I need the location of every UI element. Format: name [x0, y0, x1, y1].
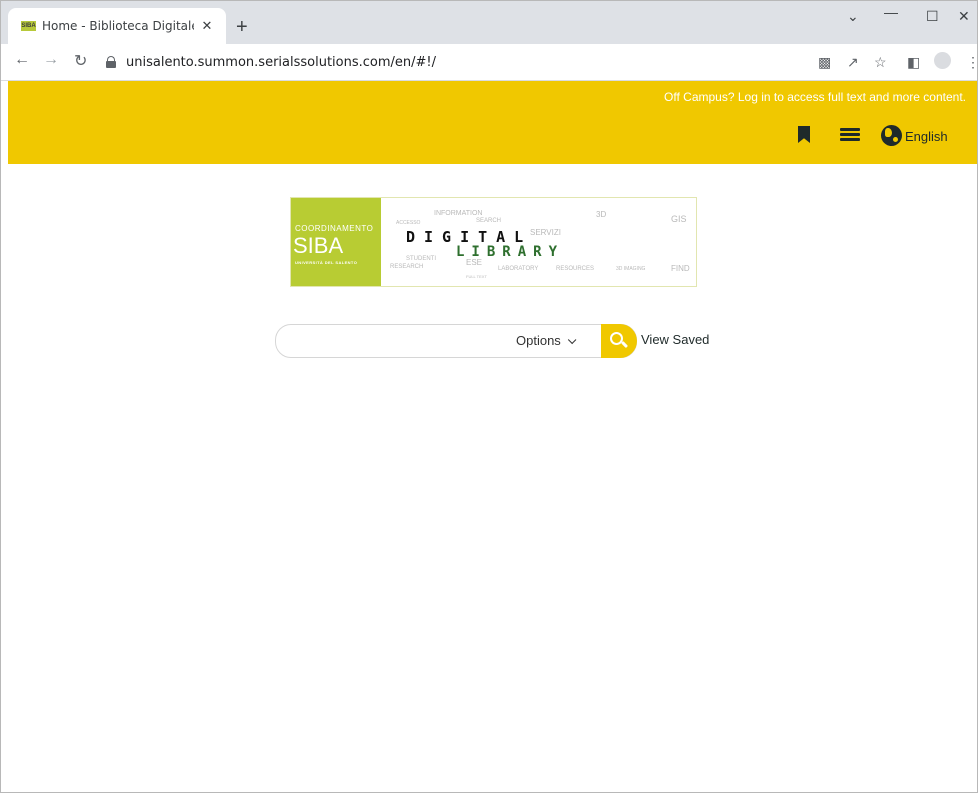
- search-button[interactable]: [601, 324, 637, 358]
- logo-library-text: LIBRARY: [456, 244, 565, 260]
- bookmark-star-icon[interactable]: ☆: [874, 54, 887, 71]
- language-selector[interactable]: English: [905, 129, 948, 144]
- url-text: unisalento.summon.serialssolutions.com/e…: [126, 54, 437, 70]
- profile-avatar-icon[interactable]: [934, 52, 951, 69]
- globe-icon[interactable]: [881, 125, 902, 146]
- tab-favicon: SIBA: [21, 21, 36, 31]
- back-icon[interactable]: ←: [14, 51, 30, 69]
- side-panel-icon[interactable]: ◧: [907, 54, 920, 71]
- lock-icon: [106, 56, 116, 68]
- reload-icon[interactable]: ↻: [74, 51, 87, 71]
- tab-title: Home - Biblioteca Digitale dell'Universi…: [42, 19, 194, 33]
- logo-coordinamento-text: COORDINAMENTO: [295, 224, 374, 233]
- browser-menu-icon[interactable]: ⋮: [966, 54, 978, 71]
- chevron-down-icon: [567, 335, 577, 345]
- window-close-icon[interactable]: ✕: [958, 8, 970, 25]
- logo-siba-text: SIBA: [293, 233, 344, 258]
- tab-search-chevron-icon[interactable]: ⌄: [847, 8, 859, 25]
- options-dropdown[interactable]: Options: [516, 333, 577, 348]
- browser-tab-strip: SIBA Home - Biblioteca Digitale dell'Uni…: [0, 0, 978, 44]
- share-icon[interactable]: ↗: [847, 54, 859, 71]
- off-campus-login-link[interactable]: Off Campus? Log in to access full text a…: [664, 90, 966, 104]
- search-input[interactable]: [290, 329, 514, 353]
- new-tab-icon[interactable]: +: [236, 17, 248, 37]
- view-saved-link[interactable]: View Saved: [641, 332, 709, 347]
- forward-icon[interactable]: →: [43, 51, 59, 69]
- site-header: Off Campus? Log in to access full text a…: [8, 81, 978, 164]
- maximize-icon[interactable]: ☐: [926, 8, 939, 25]
- browser-tab[interactable]: SIBA Home - Biblioteca Digitale dell'Uni…: [8, 8, 226, 44]
- search-bar: Options: [275, 324, 637, 358]
- address-bar[interactable]: unisalento.summon.serialssolutions.com/e…: [106, 49, 796, 75]
- logo-siba-block: COORDINAMENTO SIBA UNIVERSITÀ DEL SALENT…: [291, 198, 381, 286]
- options-label: Options: [516, 333, 561, 348]
- minimize-icon[interactable]: —: [884, 4, 898, 20]
- siba-digital-library-logo: COORDINAMENTO SIBA UNIVERSITÀ DEL SALENT…: [290, 197, 697, 287]
- translate-icon[interactable]: ▩: [818, 54, 831, 71]
- logo-university-text: UNIVERSITÀ DEL SALENTO: [295, 260, 358, 265]
- saved-items-bookmark-icon[interactable]: [798, 126, 810, 143]
- tab-close-icon[interactable]: ✕: [200, 18, 214, 34]
- browser-toolbar: ← → ↻ unisalento.summon.serialssolutions…: [0, 44, 978, 81]
- hamburger-menu-icon[interactable]: [840, 128, 860, 142]
